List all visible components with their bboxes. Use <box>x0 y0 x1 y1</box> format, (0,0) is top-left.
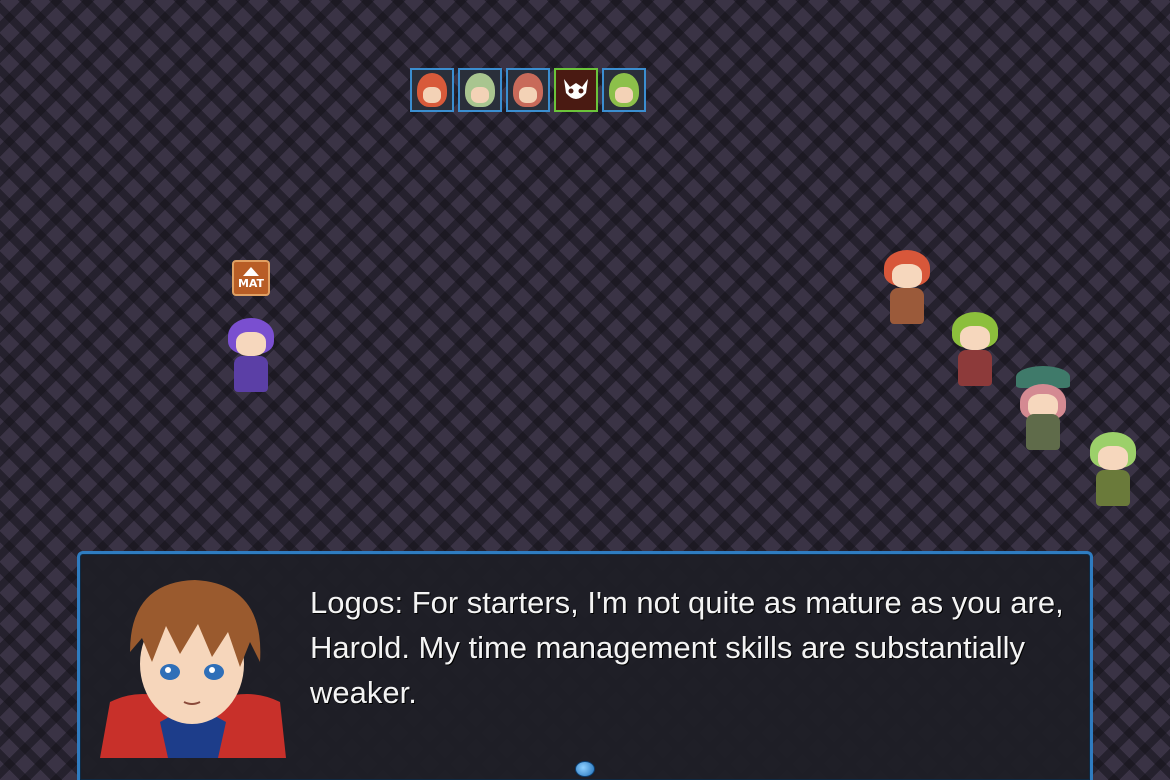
party-sprite-witch[interactable] <box>1016 366 1070 456</box>
continue-cursor-icon[interactable] <box>575 761 595 777</box>
party-sprite-green-archer[interactable] <box>1086 432 1140 512</box>
red-haired-hero-portrait-icon <box>410 68 454 112</box>
dialog-box[interactable]: Logos: For starters, I'm not quite as ma… <box>77 551 1093 780</box>
green-haired-archer-portrait-icon <box>602 68 646 112</box>
battle-scene: { "scene": { "background_color": "#3a334… <box>0 0 1170 780</box>
buff-label: MAT <box>237 277 265 290</box>
turn-order-bar <box>410 68 646 112</box>
witch-portrait-icon <box>506 68 550 112</box>
hero-sprite-purple[interactable] <box>224 318 278 398</box>
dialog-text: Logos: For starters, I'm not quite as ma… <box>310 585 1064 710</box>
mat-buff-badge: MAT <box>232 260 270 296</box>
party-sprite-green-knight[interactable] <box>948 312 1002 392</box>
party-sprite-red-hero[interactable] <box>880 250 934 330</box>
green-haired-knight-portrait-icon <box>458 68 502 112</box>
up-arrow-icon <box>243 267 259 276</box>
enemy-skull-icon <box>554 68 598 112</box>
logos-portrait <box>100 572 286 758</box>
